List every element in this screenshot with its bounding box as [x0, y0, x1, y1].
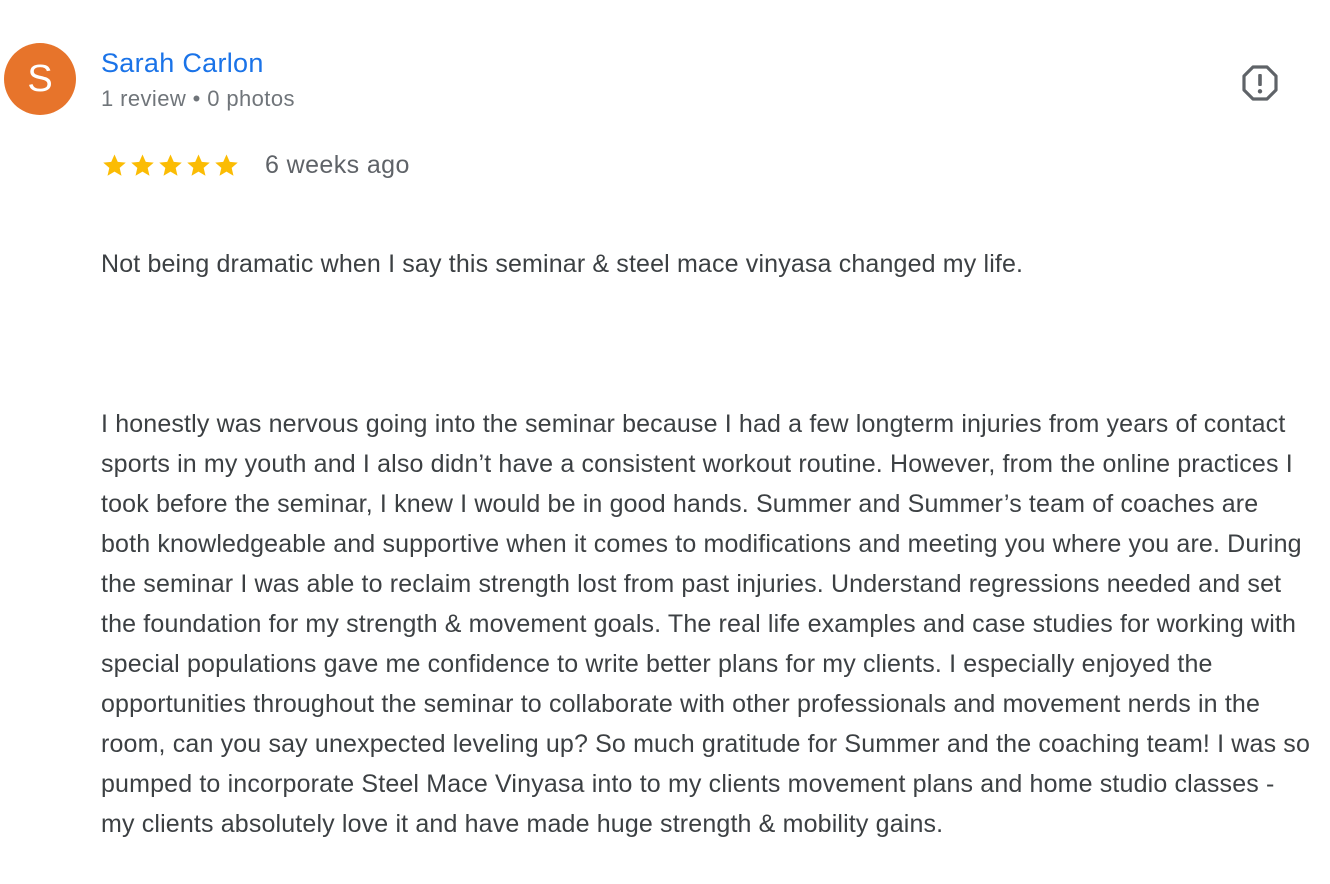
- star-icon: [187, 153, 210, 176]
- review-date: 6 weeks ago: [265, 151, 410, 179]
- star-icon: [215, 153, 238, 176]
- avatar-initial: S: [27, 58, 53, 100]
- star-icon: [131, 153, 154, 176]
- review-paragraph: Not being dramatic when I say this semin…: [101, 250, 1024, 278]
- rating-row: 6 weeks ago: [101, 148, 410, 182]
- star-icon: [159, 153, 182, 176]
- reviewer-meta: 1 review • 0 photos: [101, 86, 295, 111]
- reviewer-name-link[interactable]: Sarah Carlon: [101, 46, 264, 80]
- review-paragraph: I honestly was nervous going into the se…: [101, 410, 1311, 838]
- avatar[interactable]: S: [4, 43, 76, 115]
- star-rating: [101, 152, 240, 179]
- review-text: Not being dramatic when I say this semin…: [101, 204, 1311, 884]
- report-review-button[interactable]: [1240, 63, 1280, 103]
- star-icon: [103, 153, 126, 176]
- report-flag-icon: [1242, 65, 1278, 101]
- review-card: S Sarah Carlon 1 review • 0 photos 6 wee…: [0, 0, 1330, 838]
